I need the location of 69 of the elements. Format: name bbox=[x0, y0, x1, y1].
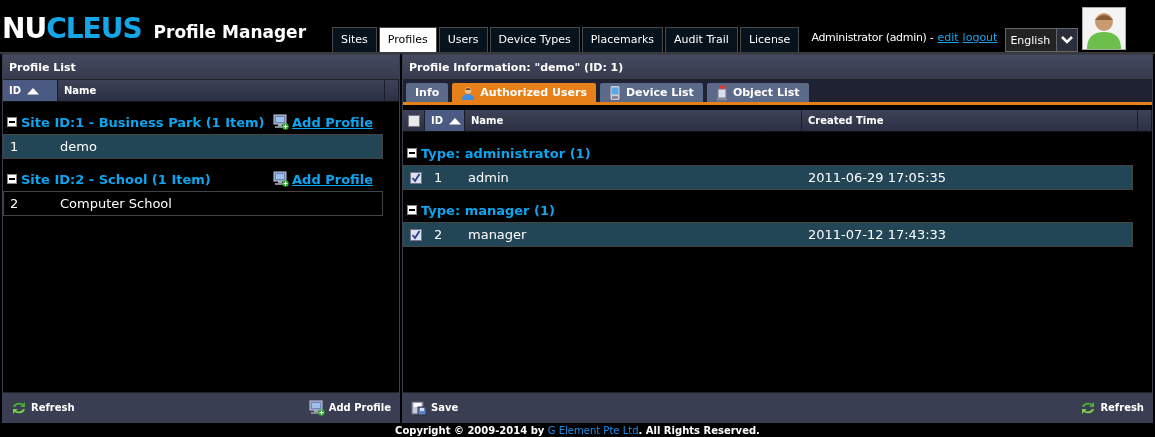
name-cell-text: admin bbox=[468, 170, 510, 185]
group-header: Type: manager (1) bbox=[421, 202, 555, 218]
nav-tab[interactable]: Users bbox=[438, 27, 488, 52]
company-link[interactable]: G Element Pte Ltd bbox=[547, 424, 639, 436]
add-profile-link[interactable]: Add Profile bbox=[292, 114, 373, 130]
group-header: Site ID:1 - Business Park (1 Item) bbox=[21, 114, 265, 130]
panel-title: Profile List bbox=[9, 60, 76, 74]
collapse-icon[interactable] bbox=[7, 117, 17, 127]
user-icon bbox=[461, 85, 476, 100]
name-cell-text: manager bbox=[468, 227, 528, 242]
panel-tab[interactable]: Info bbox=[406, 83, 449, 102]
time-cell: 2011-06-29 17:05:35 bbox=[808, 170, 947, 185]
computer-add-icon bbox=[308, 399, 325, 416]
id-cell-text: 1 bbox=[433, 170, 444, 185]
save-icon bbox=[411, 399, 427, 416]
collapse-icon[interactable] bbox=[407, 205, 417, 215]
user-row[interactable]: 2 manager 2011-07-12 17:43:33 bbox=[403, 222, 1133, 247]
collapse-icon[interactable] bbox=[7, 174, 17, 184]
nav-tab[interactable]: Sites bbox=[332, 27, 377, 52]
column-header[interactable]: ID bbox=[425, 110, 465, 131]
add-profile-button[interactable]: Add Profile bbox=[308, 399, 391, 416]
user-row[interactable]: 1 admin 2011-06-29 17:05:35 bbox=[403, 165, 1133, 190]
app-title: Profile Manager bbox=[153, 22, 307, 42]
computer-add-icon bbox=[273, 171, 289, 187]
user-label: Administrator (admin) - bbox=[811, 31, 934, 44]
computer-add-icon bbox=[273, 114, 289, 130]
handheld-icon bbox=[608, 84, 621, 101]
refresh-icon bbox=[11, 400, 27, 415]
copyright-text: Copyright © 2009-2014 by G Element Pte Ltd. All Rights Reserved. bbox=[395, 424, 760, 436]
name-cell: Computer School bbox=[60, 196, 172, 211]
nav-tab[interactable]: Profiles bbox=[378, 27, 437, 52]
id-cell-text: 1 bbox=[9, 139, 20, 154]
profile-row[interactable]: 2 Computer School bbox=[3, 191, 383, 216]
checkbox[interactable] bbox=[410, 228, 422, 241]
checkbox[interactable] bbox=[408, 114, 420, 127]
group-header: Type: administrator (1) bbox=[421, 145, 591, 161]
checkbox[interactable] bbox=[410, 171, 422, 184]
sort-ascending-icon bbox=[448, 116, 463, 125]
id-cell-text: 2 bbox=[433, 227, 444, 242]
column-header[interactable]: Name bbox=[465, 110, 802, 131]
profile-row[interactable]: 1 demo bbox=[3, 134, 383, 159]
logout-link[interactable]: logout bbox=[962, 31, 998, 44]
time-cell: 2011-07-12 17:43:33 bbox=[808, 227, 947, 242]
panel-tab[interactable]: Object List bbox=[706, 83, 809, 102]
nav-tab[interactable]: Placemarks bbox=[581, 27, 664, 52]
refresh-button[interactable]: Refresh bbox=[1080, 400, 1144, 415]
group-header: Site ID:2 - School (1 Item) bbox=[21, 171, 211, 187]
panel-title: Profile Information: "demo" (ID: 1) bbox=[409, 60, 624, 74]
chevron-down-icon bbox=[1061, 36, 1074, 44]
language-dropdown[interactable]: English bbox=[1005, 28, 1079, 52]
column-header[interactable]: Created Time bbox=[802, 110, 1138, 131]
edit-link[interactable]: edit bbox=[937, 31, 959, 44]
nav-tab[interactable]: License bbox=[739, 27, 800, 52]
refresh-button[interactable]: Refresh bbox=[11, 400, 75, 415]
logo: NUCLEUS bbox=[2, 12, 142, 45]
add-profile-link[interactable]: Add Profile bbox=[292, 171, 373, 187]
refresh-icon bbox=[1080, 400, 1097, 415]
sort-ascending-icon bbox=[26, 86, 41, 95]
id-cell-text: 2 bbox=[9, 196, 20, 211]
name-cell: demo bbox=[60, 139, 97, 154]
save-button[interactable]: Save bbox=[411, 399, 459, 416]
avatar-icon[interactable] bbox=[1082, 7, 1127, 50]
column-header[interactable]: Name bbox=[58, 80, 385, 101]
nav-tab[interactable]: Device Types bbox=[489, 27, 580, 52]
collapse-icon[interactable] bbox=[407, 148, 417, 158]
panel-tab[interactable]: Device List bbox=[599, 83, 703, 102]
column-header[interactable]: ID bbox=[3, 80, 58, 101]
nav-tab[interactable]: Audit Trail bbox=[665, 27, 738, 52]
beacon-icon bbox=[715, 84, 728, 101]
